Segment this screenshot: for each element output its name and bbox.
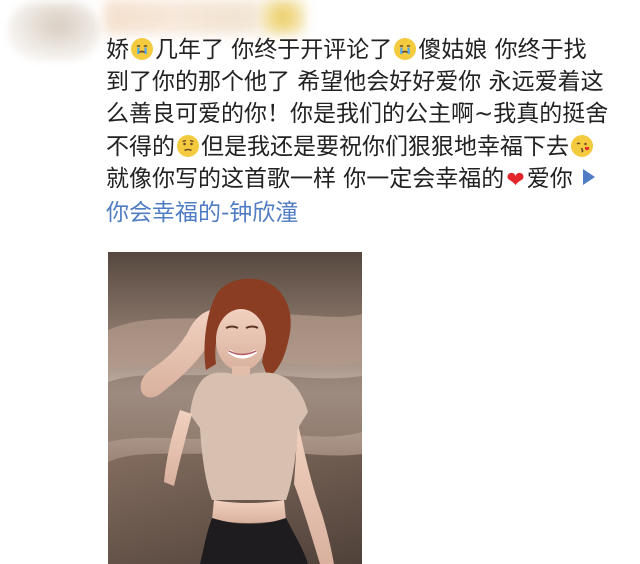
comment-text-segment: 几年了 你终于开评论了	[155, 37, 393, 63]
kiss-face-icon	[571, 134, 593, 157]
comment-line-1: 娇 几年了 你终于开评论了 傻姑娘 你终于找	[106, 34, 626, 66]
comment-text-segment: 不得的	[106, 133, 175, 160]
comment-text-segment: 但是我还是要祝你们狠狠地幸福下去	[201, 133, 569, 160]
crying-face-icon	[394, 38, 417, 60]
song-link[interactable]: 你会幸福的-钟欣潼	[106, 197, 626, 229]
comment-text-segment: 就像你写的这首歌一样 你一定会幸福的	[106, 165, 505, 192]
attached-photo[interactable]	[108, 252, 362, 564]
comment-text-segment: 爱你	[526, 165, 573, 192]
avatar[interactable]	[8, 2, 100, 60]
blurred-icon	[260, 0, 306, 34]
play-icon[interactable]	[582, 168, 595, 185]
comment-line-2: 到了你的那个他了 希望他会好好爱你 永远爱着这	[106, 69, 604, 96]
comment-text-segment: 傻姑娘 你终于找	[418, 37, 587, 63]
comment-text: 娇 几年了 你终于开评论了 傻姑娘 你终于找 到了你的那个他了 希望他会好好爱你…	[106, 34, 626, 229]
comment-line-5: 就像你写的这首歌一样 你一定会幸福的❤爱你	[106, 163, 626, 197]
comment-text-segment: 娇	[106, 37, 129, 63]
comment-line-3: 么善良可爱的你！你是我们的公主啊~我真的挺舍	[106, 101, 609, 128]
heart-icon: ❤	[506, 167, 525, 193]
comment-line-4: 不得的 但是我还是要祝你们狠狠地幸福下去	[106, 131, 626, 163]
photo-illustration	[108, 252, 362, 564]
worried-face-icon	[177, 134, 199, 157]
crying-face-icon	[131, 38, 153, 60]
